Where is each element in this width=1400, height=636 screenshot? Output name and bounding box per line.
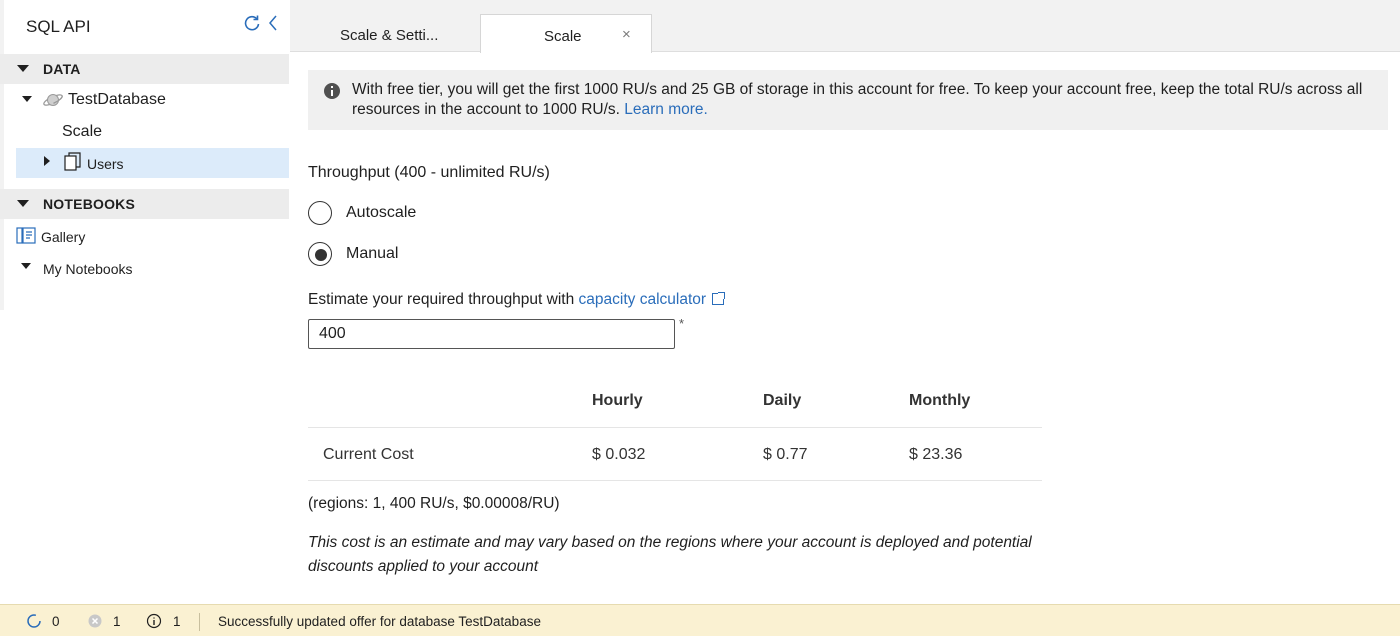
tree-item-users[interactable]: Users (16, 148, 289, 178)
banner-message: With free tier, you will get the first 1… (352, 81, 1363, 118)
my-notebooks-label: My Notebooks (43, 261, 133, 277)
hourly-header: Hourly (592, 392, 643, 409)
error-icon[interactable] (87, 613, 103, 629)
autoscale-radio[interactable]: Autoscale (308, 201, 508, 229)
gallery-icon (16, 227, 36, 244)
table-divider (308, 427, 1042, 428)
tab-label: Scale (544, 28, 582, 45)
tab-bar: Scale & Setti... Scale × (290, 0, 1400, 53)
radio-circle (308, 242, 332, 266)
chevron-right-icon (44, 156, 50, 166)
chevron-down-icon (17, 200, 29, 207)
daily-cost: $ 0.77 (763, 446, 808, 463)
manual-label: Manual (346, 245, 399, 262)
estimate-text: Estimate your required throughput with c… (308, 291, 726, 309)
capacity-calculator-link[interactable]: capacity calculator (579, 291, 707, 308)
tree-item-database[interactable]: TestDatabase (0, 85, 289, 115)
current-cost-label: Current Cost (323, 446, 414, 463)
info-count: 1 (173, 614, 181, 629)
resource-tree-panel: SQL API DATA TestDatabase Scale Users NO… (0, 0, 290, 600)
required-indicator: * (679, 316, 685, 331)
database-icon (43, 94, 63, 106)
database-name: TestDatabase (68, 91, 166, 108)
api-title: SQL API (26, 17, 91, 36)
gallery-label: Gallery (41, 229, 86, 245)
collapse-panel-icon[interactable] (266, 13, 280, 33)
table-divider (308, 480, 1042, 481)
hourly-cost: $ 0.032 (592, 446, 646, 463)
data-section-label: DATA (43, 61, 81, 77)
tab-scale-settings[interactable]: Scale & Setti... (320, 14, 480, 52)
chevron-down-icon (17, 65, 29, 72)
chevron-down-icon (21, 263, 31, 269)
scale-label: Scale (62, 123, 103, 140)
in-progress-icon[interactable] (26, 613, 42, 629)
status-divider (199, 613, 200, 631)
chevron-down-icon (22, 96, 32, 102)
autoscale-label: Autoscale (346, 204, 417, 221)
estimate-label: Estimate your required throughput with (308, 291, 575, 308)
throughput-input[interactable] (308, 319, 675, 349)
monthly-cost: $ 23.36 (909, 446, 963, 463)
status-bar: 0 1 1 Successfully updated offer for dat… (0, 604, 1400, 636)
tab-scale[interactable]: Scale × (480, 14, 652, 53)
info-icon[interactable] (146, 613, 162, 629)
banner-text: With free tier, you will get the first 1… (352, 80, 1382, 120)
cost-disclaimer: This cost is an estimate and may vary ba… (308, 534, 1032, 575)
manual-radio[interactable]: Manual (308, 242, 508, 270)
sidebar-header: SQL API (0, 0, 290, 54)
free-tier-banner: With free tier, you will get the first 1… (308, 70, 1388, 130)
error-count: 1 (113, 614, 121, 629)
monthly-header: Monthly (909, 392, 971, 409)
throughput-title: Throughput (400 - unlimited RU/s) (308, 164, 550, 181)
collection-name: Users (87, 156, 124, 172)
data-section-header[interactable]: DATA (0, 54, 289, 84)
tab-label: Scale & Setti... (340, 27, 439, 44)
external-link-icon[interactable] (712, 292, 726, 305)
daily-header: Daily (763, 392, 802, 409)
scale-panel: With free tier, you will get the first 1… (290, 52, 1400, 600)
collection-icon (64, 152, 81, 171)
tree-item-gallery[interactable]: Gallery (0, 221, 289, 251)
notebooks-section-label: NOTEBOOKS (43, 196, 136, 212)
tree-item-my-notebooks[interactable]: My Notebooks (0, 253, 289, 283)
regions-summary: (regions: 1, 400 RU/s, $0.00008/RU) (308, 495, 560, 512)
radio-circle (308, 201, 332, 225)
status-message: Successfully updated offer for database … (218, 614, 541, 629)
close-icon[interactable]: × (622, 26, 631, 43)
info-icon (324, 83, 340, 99)
notebooks-section-header[interactable]: NOTEBOOKS (0, 189, 289, 219)
refresh-icon[interactable] (242, 13, 262, 33)
tree-item-scale[interactable]: Scale (0, 117, 289, 147)
learn-more-link[interactable]: Learn more. (624, 101, 708, 118)
in-progress-count: 0 (52, 614, 60, 629)
radio-selected-dot (315, 249, 327, 261)
